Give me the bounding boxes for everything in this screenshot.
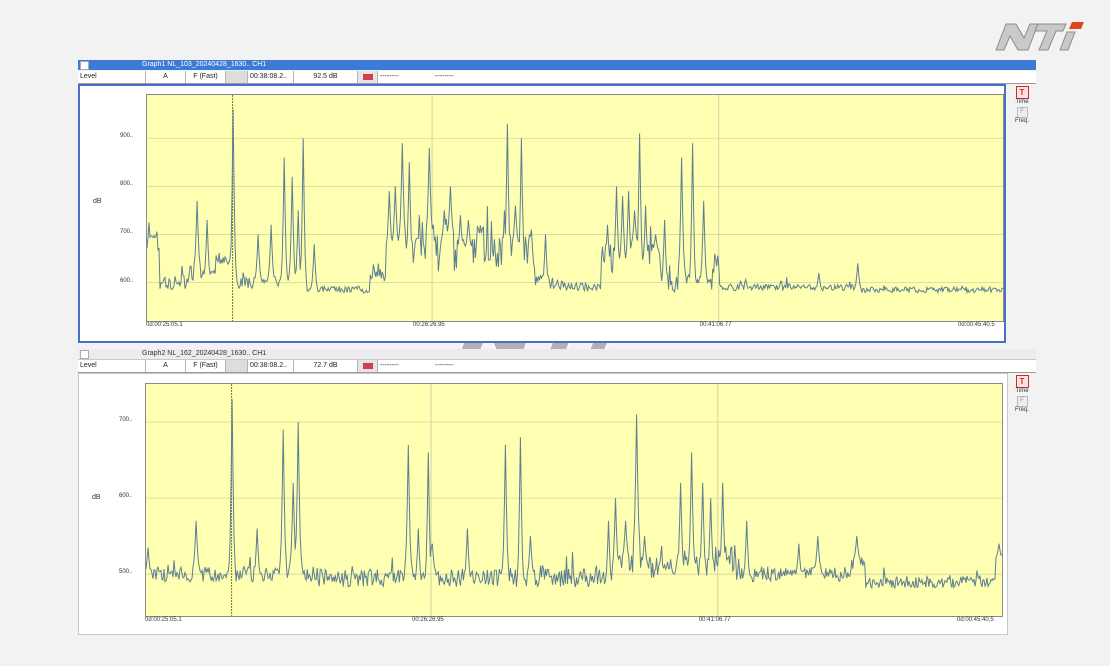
graph2-toolbar: Level A F (Fast) 00:38:08.2.. 72.7 dB --… bbox=[78, 360, 1036, 373]
readout-field-1: -------- bbox=[380, 73, 399, 80]
graph2-window[interactable]: Graph2 NL_162_20240428_1630.. CH1 Level … bbox=[78, 349, 1036, 635]
print-icon[interactable] bbox=[358, 360, 378, 372]
graph1-svg bbox=[147, 95, 1003, 321]
y-tick-label: 600.. bbox=[119, 493, 133, 500]
time-weighting-field[interactable]: F (Fast) bbox=[186, 71, 226, 83]
y-tick-label: 700.. bbox=[120, 229, 134, 236]
graph2-view-selector: T Time F Freq. bbox=[1010, 373, 1034, 413]
x-tick-label: 00:41:06.77 bbox=[698, 617, 731, 623]
graph-window-icon bbox=[80, 350, 89, 359]
graph1-toolbar: Level A F (Fast) 00:38:08.2.. 92.5 dB --… bbox=[78, 71, 1036, 84]
x-tick-label: 00:26:26.95 bbox=[412, 617, 444, 623]
graph2-title-bar[interactable]: Graph2 NL_162_20240428_1630.. CH1 bbox=[78, 349, 1036, 360]
time-view-button[interactable]: T bbox=[1015, 375, 1029, 388]
y-tick-label: 500.. bbox=[119, 569, 133, 576]
cursor-time-field: 00:38:08.2.. bbox=[248, 360, 294, 372]
freq-view-label: Freq. bbox=[1014, 407, 1029, 413]
cursor-value-field: 72.7 dB bbox=[294, 360, 358, 372]
graph1-window[interactable]: Graph1 NL_103_20240428_1630.. CH1 Level … bbox=[78, 60, 1036, 344]
readout-field-2: -------- bbox=[435, 73, 454, 80]
x-tick-label: 0d:00:25:05.1 bbox=[146, 322, 183, 328]
time-view-label: Time bbox=[1015, 388, 1029, 394]
level-trace-line bbox=[147, 109, 1003, 295]
time-view-button[interactable]: T bbox=[1015, 86, 1029, 99]
cursor-button[interactable] bbox=[226, 360, 248, 372]
graph1-title: Graph1 NL_103_20240428_1630.. CH1 bbox=[142, 61, 267, 68]
level-trace-line bbox=[146, 399, 1002, 590]
cursor-time-field: 00:38:08.2.. bbox=[248, 71, 294, 83]
graph1-area[interactable]: dB 900.. 800.. 700.. 600.. 0d:00:25:05.1 00:… bbox=[78, 84, 1006, 343]
weighting-field[interactable]: A bbox=[146, 360, 186, 372]
graph2-area[interactable]: dB 700.. 600.. 500.. 0d:00:25:05.1 00:26:26… bbox=[78, 373, 1008, 635]
x-tick-label: 0d:00:25:05.1 bbox=[145, 617, 182, 623]
y-axis-unit: dB bbox=[93, 198, 102, 205]
freq-view-button[interactable]: F bbox=[1016, 107, 1028, 118]
print-icon[interactable] bbox=[358, 71, 378, 83]
freq-view-label: Freq. bbox=[1014, 118, 1029, 124]
cursor-button[interactable] bbox=[226, 71, 248, 83]
nti-logo bbox=[995, 22, 1084, 51]
graph1-title-bar[interactable]: Graph1 NL_103_20240428_1630.. CH1 bbox=[78, 60, 1036, 70]
y-tick-label: 600.. bbox=[120, 277, 134, 284]
graph1-plot[interactable] bbox=[146, 94, 1004, 322]
y-tick-label: 900.. bbox=[120, 133, 134, 140]
cursor-value-field: 92.5 dB bbox=[294, 71, 358, 83]
time-weighting-field[interactable]: F (Fast) bbox=[186, 360, 226, 372]
readout-field-1: -------- bbox=[380, 362, 399, 369]
measure-field[interactable]: Level bbox=[78, 71, 146, 83]
y-axis-unit: dB bbox=[92, 494, 101, 501]
graph2-title: Graph2 NL_162_20240428_1630.. CH1 bbox=[142, 350, 267, 357]
y-tick-label: 700.. bbox=[119, 417, 133, 424]
freq-view-button[interactable]: F bbox=[1016, 396, 1028, 407]
x-tick-label: 0d:00:45:40.5 bbox=[958, 322, 995, 328]
readout-field-2: -------- bbox=[435, 362, 454, 369]
graph1-view-selector: T Time F Freq. bbox=[1010, 84, 1034, 124]
measure-field[interactable]: Level bbox=[78, 360, 146, 372]
graph2-plot[interactable] bbox=[145, 383, 1003, 617]
x-tick-label: 00:41:06.77 bbox=[699, 322, 732, 328]
time-view-label: Time bbox=[1015, 99, 1029, 105]
y-tick-label: 800.. bbox=[120, 181, 134, 188]
weighting-field[interactable]: A bbox=[146, 71, 186, 83]
graph2-svg bbox=[146, 384, 1002, 616]
graph-window-icon bbox=[80, 61, 89, 70]
x-tick-label: 00:26:26.95 bbox=[413, 322, 445, 328]
x-tick-label: 0d:00:45:40.5 bbox=[957, 617, 994, 623]
